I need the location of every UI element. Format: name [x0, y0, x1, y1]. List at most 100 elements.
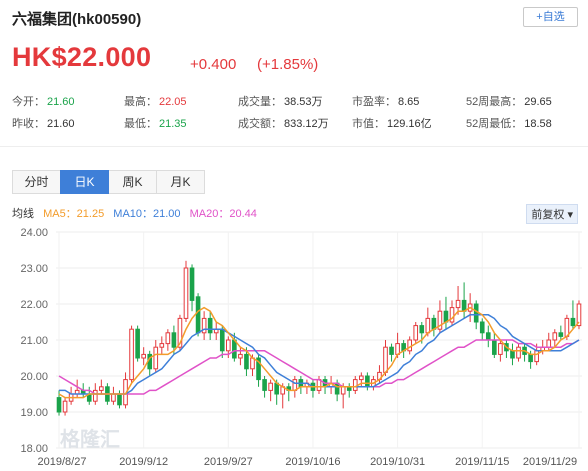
tab-monthly-k[interactable]: 月K: [156, 170, 205, 194]
candle-body: [365, 375, 370, 388]
stat-52w-low: 52周最低： 18.58: [466, 115, 552, 131]
candle-body: [359, 375, 364, 381]
legend-ma10: MA10：21.00: [113, 208, 181, 220]
y-tick-label: 20.00: [20, 371, 48, 383]
candle-body: [413, 325, 419, 341]
stat-open-value: 21.60: [47, 96, 75, 108]
stat-52w-high: 52周最高： 29.65: [466, 93, 552, 109]
candle-body: [443, 310, 449, 323]
stat-52w-low-label: 52周最低：: [466, 118, 523, 130]
candle-body: [232, 339, 237, 359]
tab-weekly-k[interactable]: 周K: [108, 170, 157, 194]
candle-body: [570, 317, 576, 327]
tab-intraday[interactable]: 分时: [12, 170, 61, 194]
candle-body: [492, 339, 497, 355]
x-tick-label: 2019/11/29: [523, 456, 577, 468]
chart-period-tabs: 分时 日K 周K 月K: [12, 170, 205, 196]
candle-body: [473, 303, 479, 323]
candle-body: [56, 397, 62, 413]
candle-body: [129, 328, 134, 381]
x-tick-label: 2019/9/12: [119, 456, 168, 468]
stat-market-cap-value: 129.16亿: [387, 118, 432, 130]
stat-amount-label: 成交额：: [238, 118, 282, 130]
candle-body: [207, 317, 213, 334]
legend-title: 均线: [12, 208, 34, 220]
watermark-logo: 格隆汇: [60, 427, 120, 451]
y-tick-label: 18.00: [20, 443, 48, 455]
candle-body: [268, 382, 273, 391]
candle-body: [244, 353, 249, 370]
tab-daily-k[interactable]: 日K: [60, 170, 109, 194]
candle-body: [153, 346, 159, 370]
stat-open-label: 今开：: [12, 96, 45, 108]
candle-body: [407, 339, 413, 352]
stat-low-value: 21.35: [159, 118, 187, 130]
candle-body: [479, 321, 485, 334]
price-change-percent: (+1.85%): [257, 56, 319, 73]
stat-pe-label: 市盈率：: [352, 96, 396, 108]
stat-open: 今开： 21.60: [12, 93, 75, 109]
candle-body: [195, 296, 201, 334]
section-divider: [0, 146, 588, 147]
price-adjust-dropdown[interactable]: 前复权 ▾: [526, 204, 578, 224]
add-to-watchlist-button[interactable]: +自选: [523, 7, 578, 27]
stat-pe: 市盈率： 8.65: [352, 93, 419, 109]
stat-low-label: 最低：: [124, 118, 157, 130]
candle-body: [62, 400, 68, 413]
x-tick-label: 2019/10/31: [370, 456, 425, 468]
candle-body: [498, 343, 503, 355]
candle-body: [383, 346, 388, 373]
stat-volume: 成交量： 38.53万: [238, 93, 323, 109]
candle-body: [425, 317, 431, 334]
stat-prev-close-value: 21.60: [47, 118, 75, 130]
moving-average-legend: 均线 MA5：21.25 MA10：21.00 MA20：20.44: [12, 205, 263, 221]
candle-body: [534, 350, 539, 363]
stat-low: 最低： 21.35: [124, 115, 187, 131]
stat-amount-value: 833.12万: [284, 118, 329, 130]
candle-body: [516, 346, 521, 359]
stat-volume-value: 38.53万: [284, 96, 323, 108]
stat-high: 最高： 22.05: [124, 93, 187, 109]
current-price: HK$22.000: [12, 42, 152, 72]
stat-market-cap-label: 市值：: [352, 118, 385, 130]
candle-body: [92, 389, 98, 402]
x-tick-label: 2019/9/27: [204, 456, 253, 468]
candle-body: [189, 267, 195, 301]
x-tick-label: 2019/11/15: [455, 456, 509, 468]
candle-body: [238, 353, 243, 359]
legend-ma20: MA20：20.44: [189, 208, 257, 220]
stat-pe-value: 8.65: [398, 96, 420, 108]
candle-body: [546, 339, 552, 348]
stat-market-cap: 市值： 129.16亿: [352, 115, 432, 131]
stat-high-label: 最高：: [124, 96, 157, 108]
candle-body: [419, 325, 425, 334]
candle-body: [510, 350, 515, 359]
stat-prev-close-label: 昨收：: [12, 118, 45, 130]
stat-52w-high-value: 29.65: [524, 96, 552, 108]
candlestick-chart: 24.0023.0022.0021.0020.0019.0018.002019/…: [20, 227, 582, 468]
candle-body: [135, 328, 140, 359]
candle-body: [528, 353, 533, 363]
legend-ma5: MA5：21.25: [43, 208, 105, 220]
candle-body: [219, 328, 225, 352]
stat-52w-low-value: 18.58: [524, 118, 552, 130]
candle-body: [183, 267, 189, 319]
candle-body: [99, 386, 104, 391]
candle-body: [352, 379, 358, 391]
stat-volume-label: 成交量：: [238, 96, 282, 108]
candle-body: [141, 353, 146, 359]
candle-body: [262, 379, 267, 391]
candle-body: [455, 299, 461, 309]
candle-body: [558, 332, 564, 337]
candle-body: [485, 332, 491, 341]
x-tick-label: 2019/10/16: [285, 456, 340, 468]
candle-body: [389, 346, 394, 355]
candle-body: [171, 332, 177, 348]
y-tick-label: 21.00: [20, 335, 48, 347]
candle-body: [225, 339, 231, 352]
stat-amount: 成交额： 833.12万: [238, 115, 329, 131]
candle-body: [111, 393, 116, 402]
candle-body: [552, 332, 558, 341]
candle-body: [165, 332, 171, 345]
stock-title: 六福集团(hk00590): [12, 11, 142, 28]
